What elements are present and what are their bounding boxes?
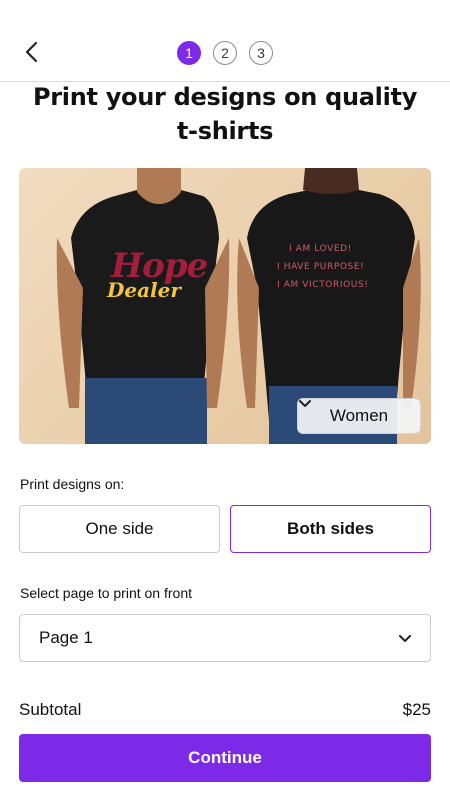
step-2[interactable]: 2 [213,41,237,65]
fit-select-value: Women [329,406,389,425]
print-designs-label: Print designs on: [20,476,125,492]
chevron-left-icon [25,41,38,63]
step-1[interactable]: 1 [177,41,201,65]
back-design-line-1: I AM LOVED! [289,244,352,254]
front-design-dealer: Dealer [107,278,181,302]
chevron-down-icon [399,634,411,642]
continue-button[interactable]: Continue [19,734,431,782]
page-select[interactable]: Page 1 [19,614,431,662]
subtotal-row: Subtotal $25 [19,700,431,720]
chevron-down-icon [299,400,311,407]
fit-select[interactable]: Women [297,398,421,434]
page-title: Print your designs on quality t-shirts [32,83,418,145]
step-3[interactable]: 3 [249,41,273,65]
both-sides-button[interactable]: Both sides [230,505,431,553]
step-indicator: 1 2 3 [177,41,273,65]
subtotal-label: Subtotal [19,700,82,719]
select-page-label: Select page to print on front [20,585,192,601]
subtotal-value: $25 [402,700,431,719]
back-design-line-2: I HAVE PURPOSE! [277,262,365,272]
back-design-line-3: I AM VICTORIOUS! [277,280,369,290]
tshirt-preview: Hope Dealer I AM LOVED! I HAVE PURPOSE! … [19,168,431,444]
page-select-value: Page 1 [39,628,93,647]
one-side-button[interactable]: One side [19,505,220,553]
top-bar: 1 2 3 [0,0,450,82]
back-button[interactable] [18,38,46,66]
